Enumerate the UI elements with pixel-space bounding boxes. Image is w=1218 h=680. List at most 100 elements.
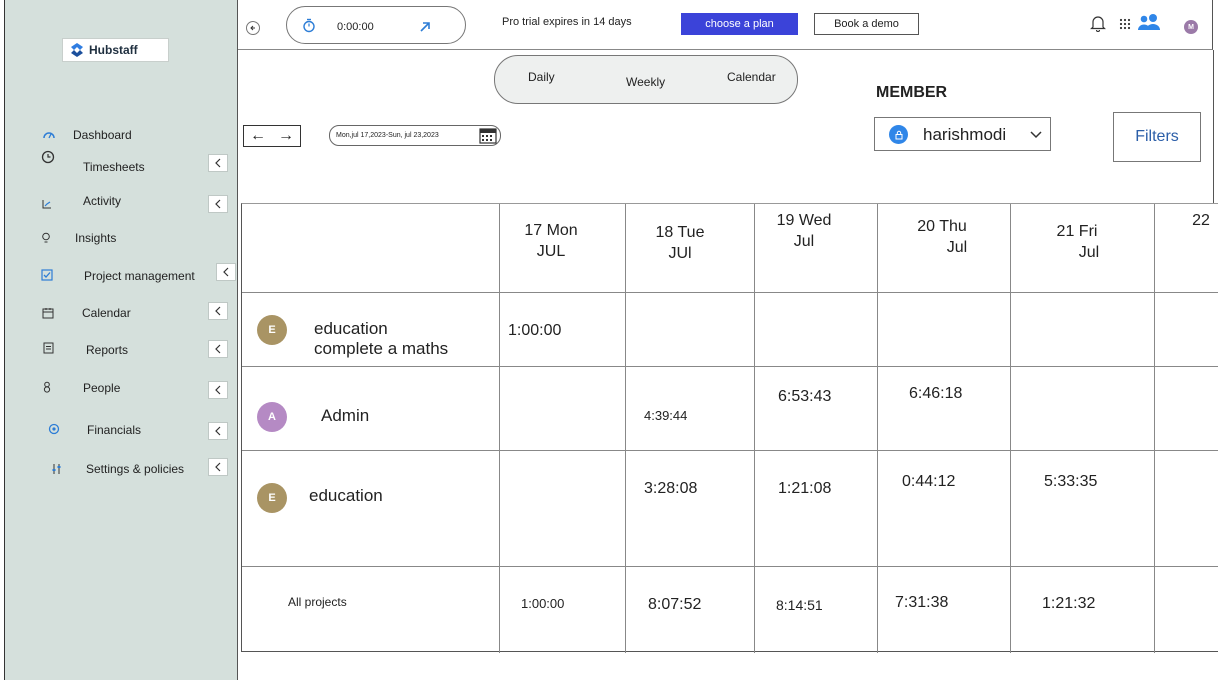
- sidebar-item-label: People: [83, 381, 121, 395]
- person-icon: [39, 379, 55, 395]
- hubstaff-logo[interactable]: Hubstaff: [62, 38, 169, 62]
- tab-calendar[interactable]: Calendar: [727, 70, 776, 84]
- project-name[interactable]: education complete a maths: [314, 319, 448, 359]
- view-toggle: Daily Weekly Calendar: [494, 55, 798, 104]
- chevron-down-icon: [1030, 131, 1042, 139]
- sidebar-item-people[interactable]: People: [5, 376, 239, 400]
- hubstaff-logo-icon: [71, 43, 83, 57]
- day-header-wed: 19 Wed Jul: [776, 212, 832, 250]
- activity-icon: [39, 196, 55, 212]
- top-bar: 0:00:00 Pro trial expires in 14 days cho…: [238, 0, 1213, 50]
- sidebar-item-label: Calendar: [82, 306, 131, 320]
- time-cell[interactable]: 6:53:43: [778, 388, 831, 406]
- time-cell[interactable]: 1:00:00: [508, 322, 561, 340]
- report-icon: [40, 340, 56, 356]
- sidebar-item-reports[interactable]: Reports: [5, 337, 239, 361]
- chevron-left-icon[interactable]: [208, 381, 228, 399]
- chevron-left-icon[interactable]: [216, 263, 236, 281]
- member-avatar-icon: [889, 125, 908, 144]
- sidebar-item-label: Financials: [87, 423, 142, 437]
- sidebar-item-insights[interactable]: Insights: [5, 226, 239, 250]
- sidebar-item-calendar[interactable]: Calendar: [5, 300, 239, 324]
- project-avatar: E: [257, 483, 287, 513]
- day-header-fri: 21 Fri Jul: [1056, 223, 1100, 261]
- app-window: Hubstaff Dashboard Timesheets Activity I…: [0, 0, 1218, 680]
- apps-grid-icon[interactable]: [1119, 18, 1131, 30]
- coin-icon: [46, 421, 62, 437]
- choose-plan-button[interactable]: choose a plan: [681, 13, 798, 35]
- sidebar-item-label: Activity: [83, 194, 122, 208]
- clock-icon: [40, 149, 56, 165]
- sidebar-item-project-management[interactable]: Project management: [5, 263, 239, 287]
- sidebar-item-label: Settings & policies: [86, 462, 185, 476]
- day-header-thu: 20 Thu Jul: [917, 218, 968, 256]
- arrow-left-icon: [250, 25, 255, 31]
- sidebar-item-dashboard[interactable]: Dashboard: [5, 123, 239, 147]
- filters-button[interactable]: Filters: [1113, 112, 1201, 162]
- time-cell[interactable]: 5:33:35: [1044, 473, 1097, 491]
- time-cell[interactable]: 1:21:08: [778, 480, 831, 498]
- project-avatar: A: [257, 402, 287, 432]
- team-icon[interactable]: [1136, 13, 1162, 33]
- sidebar-item-settings[interactable]: Settings & policies: [5, 456, 239, 480]
- sidebar-item-label: Reports: [86, 343, 129, 357]
- chevron-left-icon[interactable]: [208, 154, 228, 172]
- bulb-icon: [38, 230, 54, 246]
- book-demo-button[interactable]: Book a demo: [814, 13, 919, 35]
- right-border: [1213, 50, 1214, 203]
- total-cell: 8:14:51: [776, 597, 823, 613]
- chevron-left-icon[interactable]: [208, 340, 228, 358]
- chevron-left-icon[interactable]: [208, 195, 228, 213]
- trial-notice: Pro trial expires in 14 days: [502, 16, 632, 28]
- chevron-left-icon[interactable]: [208, 302, 228, 320]
- calendar-icon[interactable]: [479, 128, 497, 144]
- date-range-text: Mon,jul 17,2023-Sun, jul 23,2023: [336, 132, 439, 139]
- sidebar-item-label: Dashboard: [73, 128, 132, 142]
- total-cell: 8:07:52: [648, 596, 702, 613]
- time-cell[interactable]: 3:28:08: [644, 480, 697, 498]
- next-week-button[interactable]: →: [278, 127, 294, 145]
- bell-icon[interactable]: [1090, 14, 1106, 32]
- member-heading: MEMBER: [876, 84, 948, 101]
- expand-arrow-icon[interactable]: [419, 21, 431, 33]
- week-navigation: ← →: [243, 125, 301, 147]
- timesheet-table: 17 Mon JUL 18 Tue JUl 19 Wed Jul 20 Thu …: [241, 203, 1218, 653]
- collapse-sidebar-button[interactable]: [246, 21, 260, 35]
- time-cell[interactable]: 4:39:44: [644, 408, 687, 423]
- calendar-icon: [40, 305, 56, 321]
- date-range-picker[interactable]: Mon,jul 17,2023-Sun, jul 23,2023: [329, 125, 501, 146]
- all-projects-label: All projects: [288, 595, 347, 609]
- prev-week-button[interactable]: ←: [250, 127, 266, 145]
- timer-value: 0:00:00: [337, 21, 374, 33]
- day-header-sat: 22: [1192, 212, 1210, 229]
- tab-weekly[interactable]: Weekly: [626, 75, 665, 89]
- sliders-icon: [49, 461, 65, 477]
- checkbox-icon: [39, 267, 55, 283]
- project-avatar: E: [257, 315, 287, 345]
- total-cell: 1:21:32: [1042, 595, 1096, 612]
- sidebar-item-label: Insights: [75, 231, 117, 245]
- day-header-tue: 18 Tue JUl: [655, 224, 705, 262]
- member-name: harishmodi: [923, 125, 1007, 144]
- timer-widget[interactable]: 0:00:00: [286, 6, 466, 44]
- project-name[interactable]: Admin: [321, 406, 369, 426]
- day-header-mon: 17 Mon JUL: [524, 222, 578, 260]
- total-cell: 1:00:00: [521, 596, 565, 611]
- dashboard-icon: [41, 127, 57, 143]
- brand-name: Hubstaff: [89, 43, 138, 57]
- time-cell[interactable]: 6:46:18: [909, 385, 962, 403]
- tab-daily[interactable]: Daily: [528, 70, 555, 84]
- total-cell: 7:31:38: [895, 594, 949, 611]
- chevron-left-icon[interactable]: [208, 422, 228, 440]
- stopwatch-icon: [303, 18, 315, 33]
- sidebar-item-financials[interactable]: Financials: [5, 417, 239, 441]
- sidebar: Hubstaff Dashboard Timesheets Activity I…: [4, 0, 238, 680]
- member-dropdown[interactable]: harishmodi: [874, 117, 1051, 151]
- user-avatar[interactable]: M: [1184, 20, 1198, 34]
- project-name[interactable]: education: [309, 486, 383, 506]
- sidebar-item-timesheets[interactable]: Timesheets: [5, 150, 239, 177]
- time-cell[interactable]: 0:44:12: [902, 473, 955, 491]
- chevron-left-icon[interactable]: [208, 458, 228, 476]
- sidebar-item-activity[interactable]: Activity: [5, 190, 239, 214]
- sidebar-item-label: Project management: [84, 269, 195, 283]
